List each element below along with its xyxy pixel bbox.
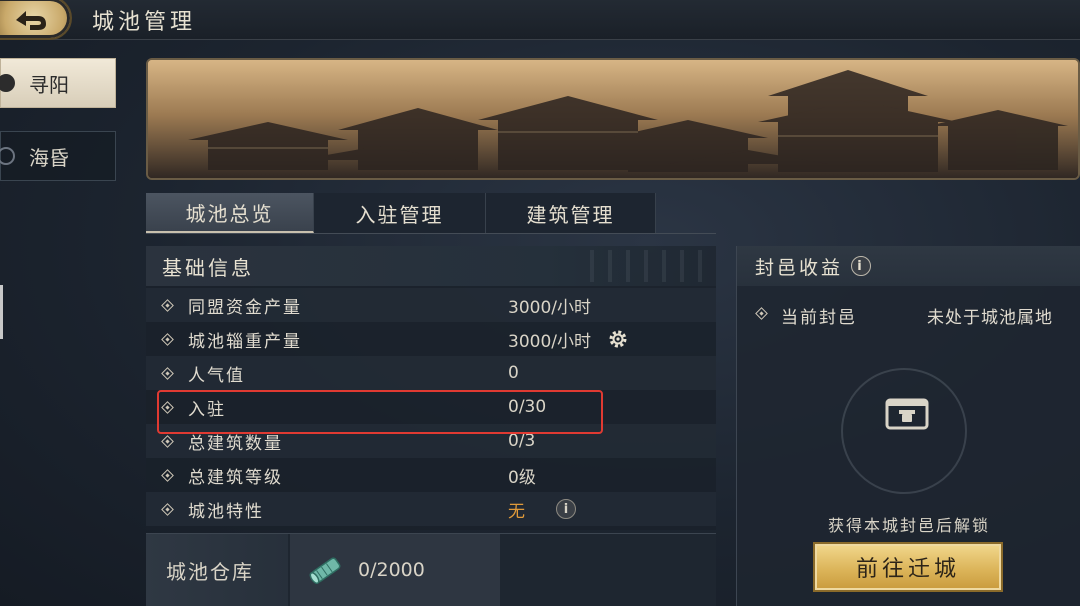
diamond-bullet-icon	[161, 332, 174, 346]
city-name: 海昏	[29, 145, 69, 170]
warehouse-title: 城池仓库	[146, 534, 288, 606]
radio-selected-icon	[0, 74, 15, 92]
unlock-hint-text: 获得本城封邑后解锁	[827, 516, 990, 535]
info-row-value: 无	[508, 501, 525, 522]
info-row-value: 3000/小时	[508, 297, 591, 318]
basic-info-header: 基础信息	[146, 246, 716, 286]
tab-garrison-management[interactable]: 入驻管理	[314, 193, 486, 233]
tab-divider	[146, 233, 716, 234]
info-row-label: 城池特性	[188, 501, 264, 522]
info-row: 人气值 0	[146, 356, 716, 390]
scroll-icon	[309, 557, 341, 584]
basic-info-panel: 基础信息 同盟资金产量 3000/小时 城池辎重产量 3000/小时 人气值 0…	[146, 246, 716, 530]
basic-info-title: 基础信息	[162, 255, 254, 280]
info-row: 同盟资金产量 3000/小时	[146, 288, 716, 322]
info-row-label: 同盟资金产量	[188, 297, 302, 318]
page-title: 城池管理	[92, 10, 197, 35]
fief-header: 封邑收益 i	[737, 246, 1080, 286]
warehouse-item-slot[interactable]: 0/2000	[290, 534, 500, 606]
lock-ring-decoration	[841, 368, 967, 494]
current-fief-label: 当前封邑	[781, 308, 857, 328]
diamond-bullet-icon	[161, 366, 174, 380]
scroll-marker	[0, 285, 3, 339]
info-row-value: 0	[508, 363, 519, 383]
info-row-value: 0级	[508, 467, 536, 488]
info-icon[interactable]: i	[851, 256, 872, 276]
diamond-bullet-icon	[161, 298, 174, 312]
fief-income-panel: 封邑收益 i 当前封邑 未处于城池属地 获得本城封邑后解锁 前往迁城	[736, 246, 1080, 606]
palace-illustration	[148, 60, 1078, 178]
back-button[interactable]	[0, 0, 72, 40]
info-row: 城池特性 无 i	[146, 492, 716, 526]
city-item-xunyang[interactable]: 寻阳	[0, 58, 116, 108]
diamond-bullet-icon	[161, 502, 174, 516]
fief-title: 封邑收益	[755, 256, 844, 279]
tab-building-management[interactable]: 建筑管理	[486, 193, 656, 233]
info-icon[interactable]: i	[556, 499, 576, 519]
top-bar: 城池管理	[0, 0, 1080, 40]
info-row: 城池辎重产量 3000/小时	[146, 322, 716, 356]
lock-icon	[885, 398, 929, 430]
info-row-label: 人气值	[188, 365, 245, 386]
highlight-annotation-box	[157, 390, 603, 434]
info-row-label: 城池辎重产量	[188, 331, 302, 352]
info-row-value: 0/3	[508, 431, 536, 451]
info-row: 总建筑等级 0级	[146, 458, 716, 492]
info-row-label: 总建筑等级	[188, 467, 283, 488]
current-fief-value: 未处于城池属地	[927, 308, 1053, 328]
radio-empty-icon	[0, 147, 15, 165]
fret-pattern-decoration	[576, 250, 716, 282]
current-fief-row: 当前封邑 未处于城池属地	[737, 300, 1080, 328]
gear-icon[interactable]	[608, 329, 628, 349]
diamond-bullet-icon	[161, 434, 174, 448]
warehouse-count: 0/2000	[358, 559, 425, 581]
back-arrow-icon	[16, 11, 46, 30]
warehouse-panel: 城池仓库 0/2000	[146, 533, 716, 606]
go-relocate-city-button[interactable]: 前往迁城	[813, 542, 1003, 592]
city-name: 寻阳	[29, 72, 69, 97]
diamond-bullet-icon	[755, 307, 768, 320]
diamond-bullet-icon	[161, 468, 174, 482]
tab-city-overview[interactable]: 城池总览	[146, 193, 314, 233]
info-row-value: 3000/小时	[508, 331, 591, 352]
city-item-haihun[interactable]: 海昏	[0, 131, 116, 181]
tab-bar: 城池总览 入驻管理 建筑管理	[146, 193, 656, 233]
city-banner-image	[146, 58, 1080, 180]
